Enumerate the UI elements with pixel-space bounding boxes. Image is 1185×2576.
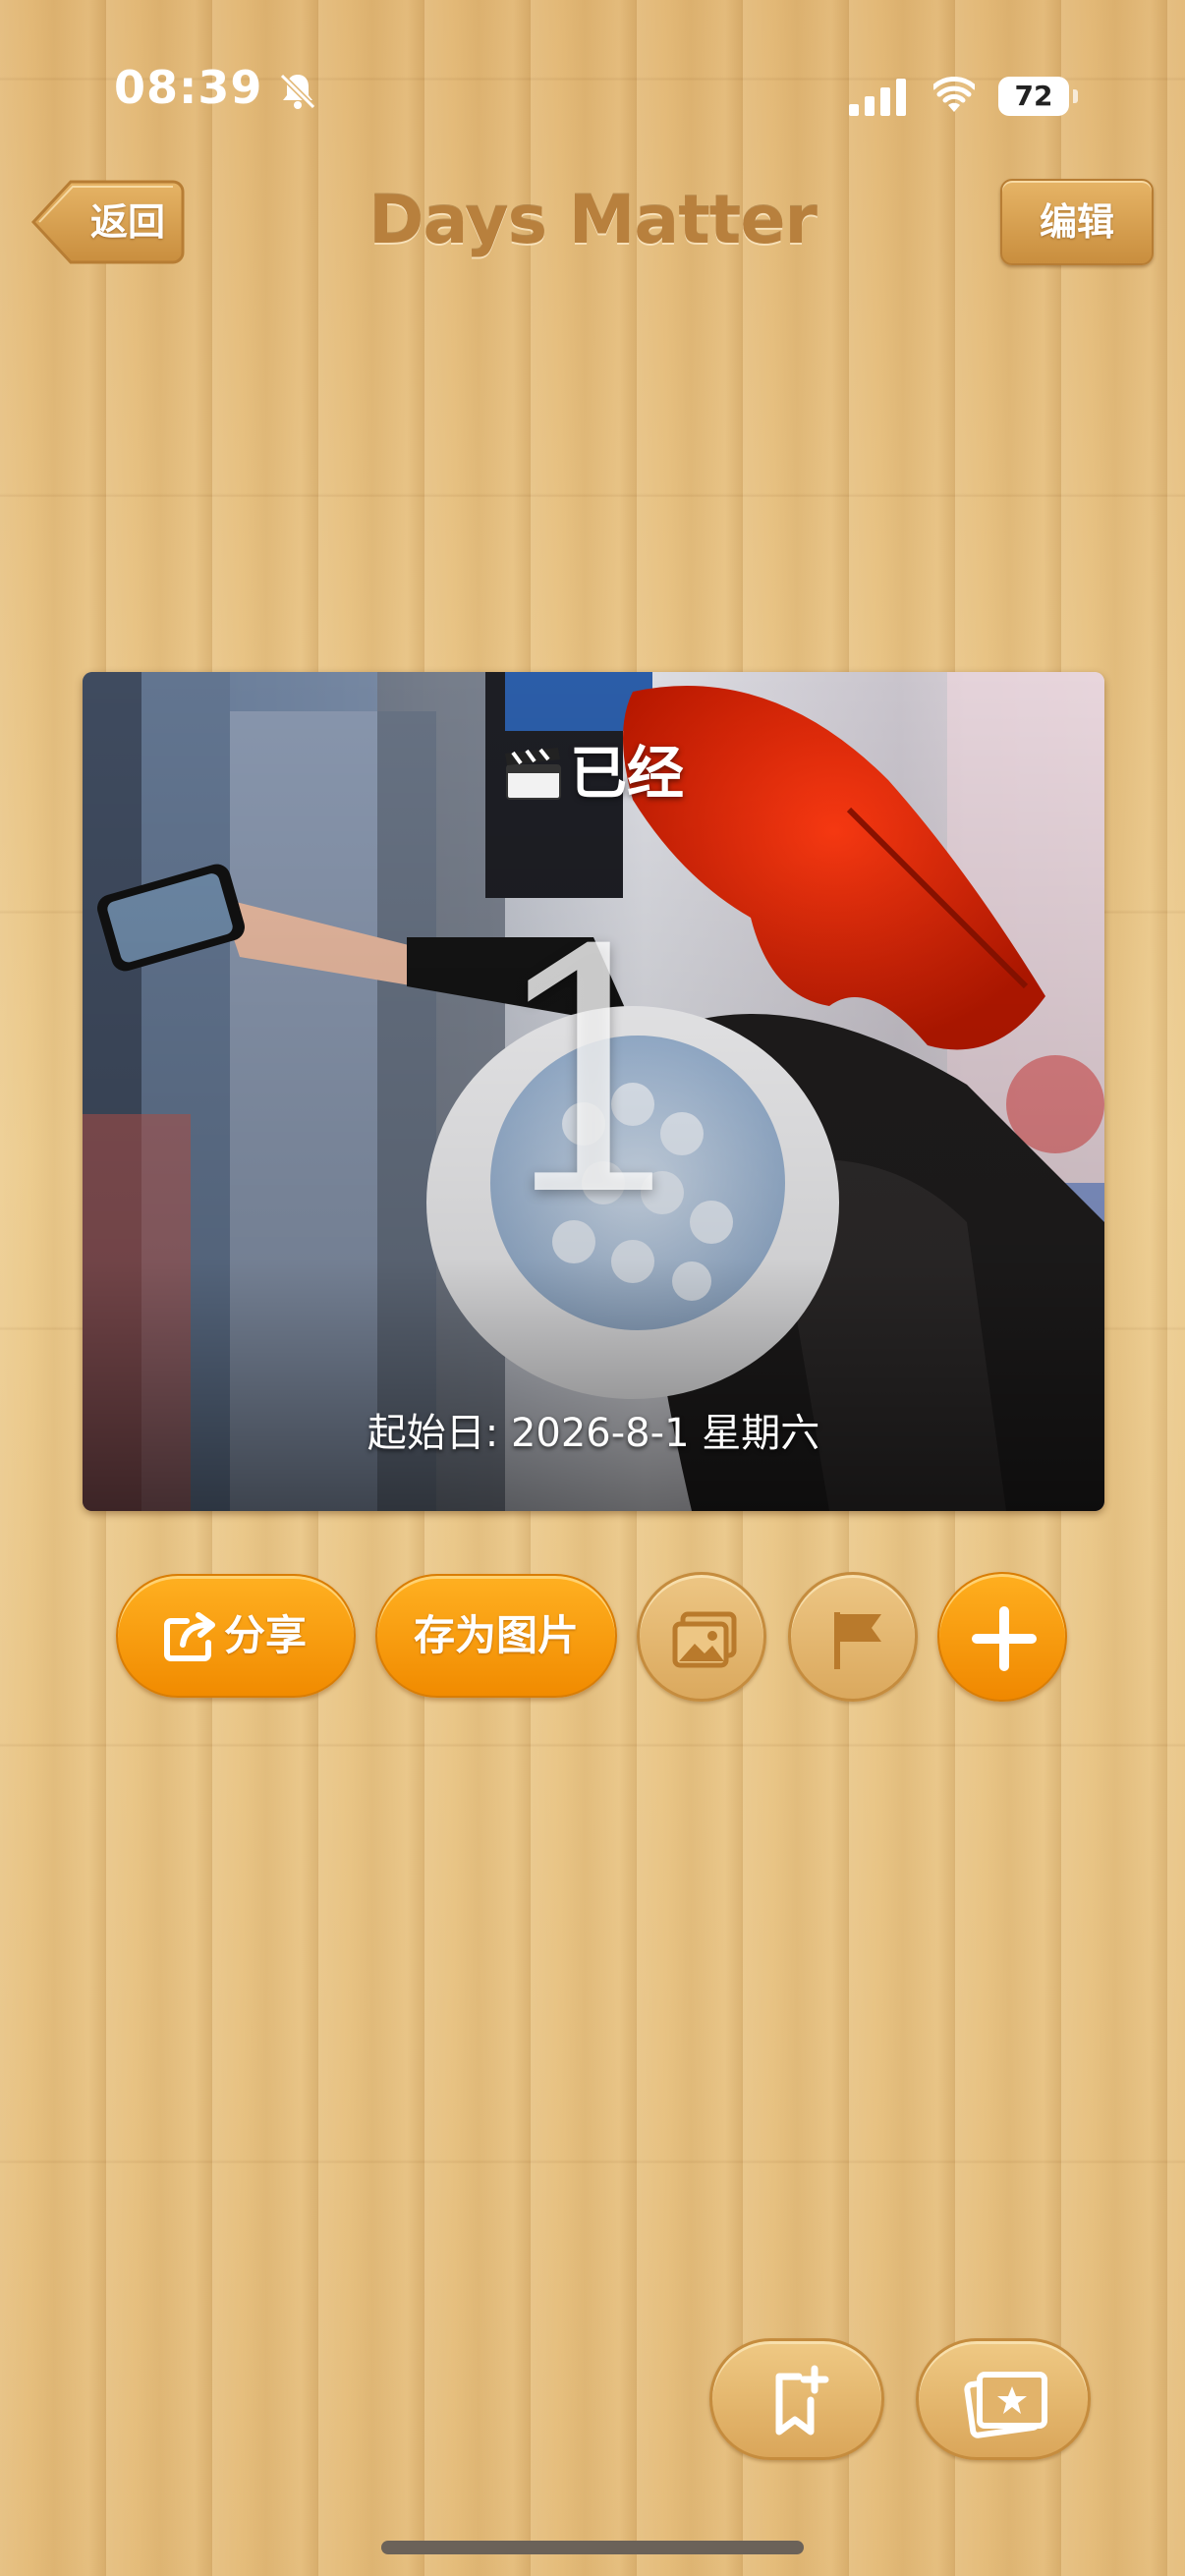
clapperboard-icon (504, 748, 561, 800)
share-button-label: 分享 (224, 1611, 308, 1659)
day-count: 1 (486, 880, 701, 1269)
battery-icon: 72 (998, 77, 1079, 116)
add-bookmark-button[interactable] (709, 2338, 884, 2460)
photo-icon (672, 1611, 737, 1668)
save-image-button[interactable]: 存为图片 (375, 1574, 617, 1698)
photo-button[interactable] (637, 1572, 766, 1702)
home-indicator (381, 2541, 804, 2554)
edit-button[interactable]: 编辑 (1000, 179, 1154, 265)
plus-icon (972, 1606, 1037, 1671)
back-button[interactable]: 返回 (31, 179, 185, 265)
start-date: 起始日: 2026-8-1 星期六 (367, 1411, 820, 1456)
star-cards-icon (964, 2372, 1047, 2438)
share-icon (164, 1612, 215, 1661)
bell-slash-icon (279, 73, 316, 110)
save-image-button-label: 存为图片 (413, 1611, 579, 1659)
bookmark-add-icon (775, 2365, 829, 2436)
status-bar: 08:39 72 (0, 0, 1185, 116)
battery-level: 72 (998, 77, 1069, 116)
back-button-label: 返回 (89, 200, 165, 244)
cellular-signal-icon (849, 79, 906, 116)
card-header: 已经 (83, 727, 1104, 810)
app-title: Days Matter (368, 182, 818, 259)
favorites-cards-button[interactable] (916, 2338, 1091, 2460)
flag-icon (834, 1612, 881, 1669)
card-header-label: 已经 (569, 740, 684, 807)
share-button[interactable]: 分享 (116, 1574, 356, 1698)
flag-button[interactable] (788, 1572, 918, 1702)
add-button[interactable] (937, 1572, 1067, 1702)
wifi-icon (933, 77, 975, 112)
event-card[interactable]: 已经 1 起始日: 2026-8-1 星期六 (83, 672, 1104, 1511)
status-time: 08:39 (114, 61, 263, 114)
